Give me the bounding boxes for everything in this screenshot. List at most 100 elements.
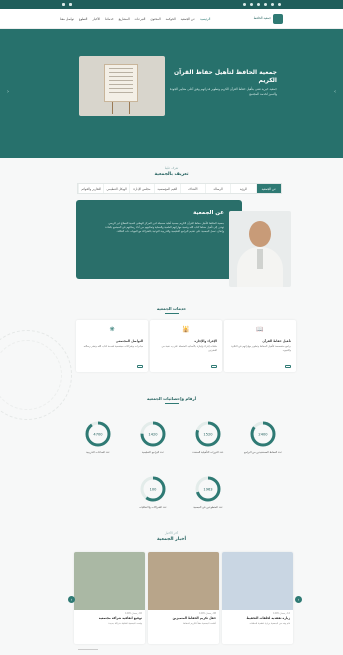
tab-about[interactable]: عن الجمعية — [255, 184, 281, 193]
logo[interactable]: جمعية الحافظ — [247, 13, 283, 24]
stat-ring: 4700 — [85, 421, 111, 447]
news-title: أخبار الجمعية — [156, 537, 187, 542]
photo-collar — [257, 249, 263, 269]
stat-value: 4700 — [93, 433, 103, 437]
tab-board[interactable]: مجلس الإدارة — [128, 184, 154, 193]
twitter-icon[interactable] — [278, 3, 281, 6]
instagram-icon[interactable] — [257, 3, 260, 6]
nav-item-contact[interactable]: تواصل معنا — [60, 17, 74, 21]
news-summary: أقامت الجمعية حفلاً لتكريم الحفاظ — [183, 621, 216, 625]
stat-item: 1420 عدد البرامج التعليمية — [133, 420, 173, 455]
phone-icon[interactable] — [69, 3, 72, 6]
hero-image — [79, 56, 165, 116]
snapchat-icon[interactable] — [250, 3, 253, 6]
service-card[interactable]: 📖 تأهيل حفاظ القرآن برامج متخصصة لتأهيل … — [224, 320, 296, 372]
service-more-button[interactable] — [285, 365, 291, 368]
news-summary: وقعت الجمعية اتفاقية شراكة جديدة — [108, 621, 142, 625]
nav-item-volunteer[interactable]: التطوع — [79, 17, 87, 21]
service-card[interactable]: 🕌 الإقراء والإجازة حلقات إقراء وإجازة با… — [150, 320, 222, 372]
tab-values[interactable]: القيم المؤسسية — [154, 184, 179, 193]
service-more-button[interactable] — [211, 365, 217, 368]
stat-ring: 2400 — [250, 421, 276, 447]
news-subtitle: آخر الأخبار — [165, 531, 178, 535]
nav-menu: الرئيسية عن الجمعية الحوكمة المحتوى التب… — [60, 17, 210, 21]
hero-title: جمعية الحافظ لتأهيل حفاظ القرآن الكريم — [173, 69, 277, 85]
stat-value: 1420 — [148, 433, 158, 437]
stats-title-underline — [165, 403, 179, 404]
stat-label: عدد الدورات التأهيلية المنفذة — [192, 451, 224, 454]
service-desc: برامج متخصصة لتأهيل الحفاظ وتطوير مهارات… — [231, 345, 291, 352]
news-card[interactable]: 12 رمضان 1445 زيارة تفقدية لحلقات التحفي… — [222, 552, 293, 644]
about-card-text: جمعية الحافظ لتأهيل حفاظ القرآن الكريم ج… — [105, 222, 224, 234]
easel-legs — [112, 102, 130, 114]
stat-ring: 1520 — [195, 421, 221, 447]
stat-item: 2400 عدد الحفاظ المستفيدين من البرامج — [243, 420, 283, 455]
stat-ring: 1963 — [195, 476, 221, 502]
logo-text: جمعية الحافظ — [253, 15, 271, 20]
services-title: خدمات الجمعية — [156, 306, 187, 311]
social-links — [243, 3, 281, 6]
stat-ring: 1420 — [140, 421, 166, 447]
whatsapp-icon[interactable] — [243, 3, 246, 6]
stat-value: 1963 — [203, 488, 212, 492]
about-title: تعريف بالجمعية — [154, 172, 189, 177]
nav-item-donations[interactable]: التبرعات — [135, 17, 146, 21]
nav-item-home[interactable]: الرئيسية — [200, 17, 210, 21]
stat-ring: 100 — [140, 476, 166, 502]
service-title: الإقراء والإجازة — [194, 339, 217, 343]
stat-value: 100 — [150, 488, 158, 492]
tab-mission[interactable]: الرسالة — [204, 184, 230, 193]
news-next-arrow-icon[interactable]: › — [295, 596, 302, 603]
mail-icon[interactable] — [62, 3, 65, 6]
chairman-photo — [229, 211, 291, 287]
service-desc: حلقات إقراء وإجازة بالأسانيد المتصلة على… — [161, 345, 217, 352]
stat-label: عدد المتطوعين في الجمعية — [193, 506, 223, 509]
main-nav: جمعية الحافظ الرئيسية عن الجمعية الحوكمة… — [0, 9, 343, 29]
footer-divider — [78, 649, 98, 650]
photo-head — [249, 221, 271, 247]
certificate-board — [104, 64, 138, 102]
contact-icons — [62, 3, 72, 6]
hero-prev-arrow-icon[interactable]: ‹ — [5, 89, 11, 95]
about-tabs: عن الجمعية الرؤية الرسالة الأهداف القيم … — [77, 183, 282, 194]
stats-title: أرقام وإحصائيات الجمعية — [146, 396, 197, 401]
stat-label: عدد الحفاظ المستفيدين من البرامج — [243, 451, 283, 454]
news-prev-arrow-icon[interactable]: ‹ — [68, 596, 75, 603]
mosque-icon: 🕌 — [182, 325, 190, 333]
services-title-underline — [165, 313, 179, 314]
nav-item-content[interactable]: المحتوى — [150, 17, 160, 21]
news-card[interactable]: 08 رمضان 1445 حفل تكريم الحفاظ المتميزين… — [148, 552, 219, 644]
news-summary: قام وفد من الجمعية بزيارة تفقدية للحلقات — [249, 621, 291, 625]
stat-value: 1520 — [203, 433, 213, 437]
nav-item-news[interactable]: الأخبار — [92, 17, 100, 21]
stat-item: 100 عدد الشراكات والاتفاقيات — [133, 475, 173, 510]
news-image — [74, 552, 145, 610]
hero-next-arrow-icon[interactable]: › — [332, 89, 338, 95]
nav-item-projects[interactable]: المشاريع — [119, 17, 130, 21]
service-card[interactable]: ❋ التواصل المجتمعي مبادرات وشراكات مجتمع… — [76, 320, 148, 372]
stat-label: عدد الشراكات والاتفاقيات — [139, 506, 167, 509]
about-card-title: عن الجمعية — [193, 210, 224, 216]
hero-banner: جمعية الحافظ لتأهيل حفاظ القرآن الكريم ج… — [0, 29, 343, 158]
tab-reports[interactable]: التقارير والقوائم — [78, 184, 103, 193]
service-more-button[interactable] — [137, 365, 143, 368]
tab-goals[interactable]: الأهداف — [179, 184, 205, 193]
nav-item-governance[interactable]: الحوكمة — [166, 17, 176, 21]
youtube-icon[interactable] — [264, 3, 267, 6]
tab-vision[interactable]: الرؤية — [230, 184, 255, 193]
facebook-icon[interactable] — [271, 3, 274, 6]
tab-structure[interactable]: الهيكل التنظيمي — [103, 184, 128, 193]
news-image — [148, 552, 219, 610]
news-card[interactable]: 02 رمضان 1445 توقيع اتفاقية شراكة مجتمعي… — [74, 552, 145, 644]
book-icon: 📖 — [256, 325, 264, 333]
nav-item-services[interactable]: خدماتنا — [105, 17, 114, 21]
about-subtitle: تعرف علينا — [164, 166, 179, 170]
top-bar — [0, 0, 343, 9]
stat-item: 4700 عدد الساعات التدريبية — [78, 420, 118, 455]
network-icon: ❋ — [109, 325, 115, 333]
stat-item: 1520 عدد الدورات التأهيلية المنفذة — [188, 420, 228, 455]
nav-item-about[interactable]: عن الجمعية — [181, 17, 195, 21]
page: جمعية الحافظ الرئيسية عن الجمعية الحوكمة… — [0, 0, 343, 655]
about-card: عن الجمعية جمعية الحافظ لتأهيل حفاظ القر… — [76, 200, 242, 279]
news-image — [222, 552, 293, 610]
